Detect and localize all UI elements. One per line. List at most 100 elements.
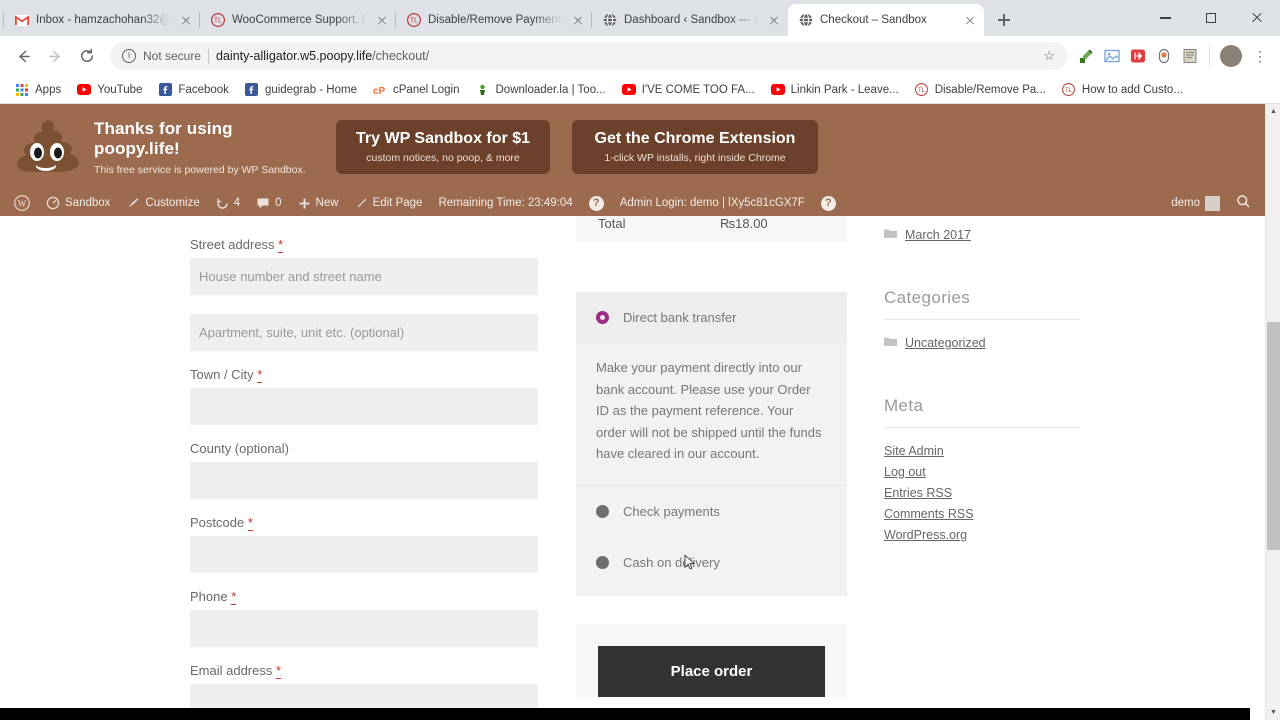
checkout-page-content: Street address * House number and street… — [0, 216, 1265, 720]
reload-button[interactable] — [72, 41, 102, 71]
field-label-text: Street address — [190, 237, 275, 252]
wp-user-label: demo — [1171, 197, 1200, 209]
scrollbar-thumb[interactable] — [1267, 322, 1280, 550]
get-chrome-extension-button[interactable]: Get the Chrome Extension 1-click WP inst… — [572, 120, 818, 174]
close-icon[interactable] — [178, 12, 194, 28]
bookmark-how-to-add-custom[interactable]: TL How to add Custo... — [1055, 80, 1190, 100]
town-city-input[interactable] — [190, 388, 538, 425]
payment-method-cash-on-delivery[interactable]: Cash on delivery — [576, 537, 847, 588]
chrome-menu-button[interactable]: ⋮ — [1248, 44, 1272, 68]
bookmark-label: Linkin Park - Leave... — [790, 83, 899, 96]
bookmark-ive-come-too-far[interactable]: I'VE COME TOO FA... — [615, 80, 762, 100]
wp-new-button[interactable]: New — [290, 190, 347, 216]
maximize-button[interactable] — [1188, 2, 1234, 34]
category-item-uncategorized[interactable]: Uncategorized — [884, 336, 1080, 350]
poopy-banner-text: Thanks for using poopy.life! This free s… — [94, 119, 314, 176]
dashboard-gauge-icon — [46, 196, 60, 210]
bookmark-label: Downloader.la | Too... — [495, 83, 606, 96]
pencil-icon — [355, 197, 368, 210]
scroll-down-icon[interactable]: ▼ — [1266, 705, 1280, 720]
tl-icon: TL — [210, 13, 225, 28]
bookmark-disable-remove-payment[interactable]: TL Disable/Remove Pa... — [908, 80, 1053, 100]
url-text: dainty-alligator.w5.poopy.life/checkout/ — [216, 49, 429, 63]
order-review-column: Total ₨18.00 Direct bank transfer Make y… — [576, 216, 847, 697]
minimize-button[interactable] — [1142, 2, 1188, 34]
forward-button[interactable] — [40, 41, 70, 71]
bookmark-linkin-park[interactable]: Linkin Park - Leave... — [764, 80, 906, 100]
new-tab-button[interactable] — [990, 6, 1018, 34]
browser-tab-4[interactable]: Checkout – Sandbox — [788, 4, 984, 36]
wp-updates-count: 4 — [233, 197, 241, 209]
meta-link-comments-rss[interactable]: Comments RSS — [884, 507, 1080, 521]
get-chrome-extension-label: Get the Chrome Extension — [594, 130, 796, 147]
poopy-banner-title: Thanks for using poopy.life! — [94, 118, 233, 158]
wp-account-button[interactable]: demo — [1163, 190, 1228, 216]
phone-input[interactable] — [190, 610, 538, 647]
required-asterisk: * — [276, 663, 282, 679]
record-icon[interactable] — [1153, 45, 1175, 67]
meta-link-wordpress-org[interactable]: WordPress.org — [884, 528, 1080, 542]
bookmark-star-icon[interactable]: ☆ — [1043, 48, 1055, 64]
postcode-input[interactable] — [190, 536, 538, 573]
page-scrollbar[interactable]: ▲ ▼ — [1265, 104, 1280, 720]
close-icon[interactable] — [570, 12, 586, 28]
wp-edit-page-button[interactable]: Edit Page — [347, 190, 431, 216]
profile-button[interactable] — [1216, 41, 1246, 71]
county-label: County (optional) — [190, 441, 289, 456]
wp-customize-button[interactable]: Customize — [118, 190, 207, 216]
bookmark-guidegrab[interactable]: guidegrab - Home — [238, 80, 364, 100]
reader-icon[interactable] — [1179, 45, 1201, 67]
address-bar[interactable]: i Not secure dainty-alligator.w5.poopy.l… — [110, 42, 1067, 70]
browser-tab-2[interactable]: TL Disable/Remove Payment Metho — [395, 4, 592, 36]
meta-heading: Meta — [884, 396, 924, 415]
close-window-button[interactable] — [1234, 2, 1280, 34]
image-icon[interactable] — [1101, 45, 1123, 67]
eyedropper-icon[interactable] — [1075, 45, 1097, 67]
wp-admin-login-help[interactable]: ? — [813, 190, 844, 216]
browser-tab-1[interactable]: TL WooCommerce Support, Fixes, D — [199, 4, 396, 36]
wp-admin-bar: W Sandbox Customize 4 0 New Edit Page Re… — [0, 190, 1265, 216]
meta-link-entries-rss[interactable]: Entries RSS — [884, 486, 1080, 500]
browser-tab-3[interactable]: Dashboard ‹ Sandbox — WordPr — [591, 4, 788, 36]
wp-logo-button[interactable]: W — [6, 190, 38, 216]
downloader-icon — [476, 83, 490, 97]
reload-icon — [81, 48, 93, 62]
radio-icon[interactable] — [596, 504, 609, 518]
scroll-up-icon[interactable]: ▲ — [1266, 104, 1280, 119]
wp-updates-button[interactable]: 4 — [208, 190, 248, 216]
place-order-button[interactable]: Place order — [598, 645, 825, 697]
wp-remaining-time-help[interactable]: ? — [581, 190, 612, 216]
back-button[interactable] — [8, 41, 38, 71]
close-icon[interactable] — [962, 12, 978, 28]
bookmark-apps[interactable]: Apps — [8, 80, 68, 100]
placeholder-text: House number and street name — [199, 269, 382, 284]
video-download-icon[interactable] — [1127, 45, 1149, 67]
try-wp-sandbox-button[interactable]: Try WP Sandbox for $1 custom notices, no… — [336, 120, 550, 174]
svg-text:TL: TL — [213, 18, 221, 25]
poop-emoji-icon — [14, 114, 80, 180]
wp-site-name-button[interactable]: Sandbox — [38, 190, 118, 216]
bookmark-youtube[interactable]: YouTube — [70, 80, 149, 100]
radio-icon[interactable] — [596, 555, 609, 569]
wp-search-button[interactable] — [1228, 190, 1259, 216]
address-line-2-input[interactable]: Apartment, suite, unit etc. (optional) — [190, 314, 538, 351]
meta-link-site-admin[interactable]: Site Admin — [884, 444, 1080, 458]
close-icon[interactable] — [374, 12, 390, 28]
payment-method-direct-bank-transfer[interactable]: Direct bank transfer — [576, 292, 847, 343]
wp-comments-button[interactable]: 0 — [248, 190, 289, 216]
wp-customize-label: Customize — [145, 197, 200, 209]
close-icon[interactable] — [766, 12, 782, 28]
street-address-input[interactable]: House number and street name — [190, 258, 538, 295]
svg-text:TL: TL — [918, 88, 926, 94]
meta-link-log-out[interactable]: Log out — [884, 465, 1080, 479]
archive-item-march-2017[interactable]: March 2017 — [884, 228, 1080, 242]
bookmark-facebook[interactable]: Facebook — [151, 80, 236, 100]
browser-tab-0[interactable]: Inbox - hamzachohan32@gmail.c — [3, 4, 200, 36]
bookmark-downloader[interactable]: Downloader.la | Too... — [469, 80, 613, 100]
phone-label: Phone * — [190, 589, 538, 605]
folder-icon — [884, 228, 897, 242]
county-input[interactable] — [190, 462, 538, 499]
bookmark-cpanel[interactable]: cP cPanel Login — [366, 80, 467, 100]
radio-selected-icon[interactable] — [596, 311, 609, 324]
payment-method-check-payments[interactable]: Check payments — [576, 486, 847, 537]
